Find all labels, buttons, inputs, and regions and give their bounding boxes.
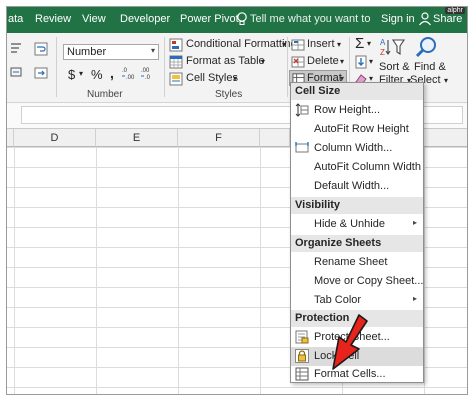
chevron-down-icon: ▾ xyxy=(261,57,266,66)
column-header-partial[interactable] xyxy=(7,129,14,147)
svg-text:A: A xyxy=(380,38,386,47)
chevron-down-icon: ▾ xyxy=(233,74,238,83)
cell-styles-button[interactable]: Cell Styles xyxy=(186,72,238,84)
number-group-label: Number xyxy=(87,89,123,100)
search-icon[interactable] xyxy=(415,35,439,59)
ribbon-separator xyxy=(164,37,165,97)
number-format-dropdown[interactable]: Number ▾ xyxy=(63,44,159,60)
column-header-e[interactable]: E xyxy=(96,129,178,147)
tab-review[interactable]: Review xyxy=(35,13,71,25)
svg-text:.00: .00 xyxy=(126,75,135,81)
menu-item-label: Rename Sheet xyxy=(314,256,388,268)
fill-down-icon[interactable] xyxy=(354,55,368,69)
svg-text:.00: .00 xyxy=(141,68,150,74)
percent-button[interactable]: % xyxy=(91,67,103,82)
wrap-icon[interactable] xyxy=(33,41,49,57)
column-header-h[interactable] xyxy=(424,129,467,147)
currency-button[interactable]: $ xyxy=(68,67,75,82)
chevron-down-icon: ▾ xyxy=(369,57,374,66)
sign-in-link[interactable]: Sign in xyxy=(381,13,415,25)
chevron-down-icon: ▾ xyxy=(367,39,372,48)
ribbon-tab-bar: ata Review View Developer Power Pivot Te… xyxy=(7,7,467,33)
chevron-down-icon: ▾ xyxy=(337,40,342,49)
sort-filter-label-1[interactable]: Sort & xyxy=(379,61,410,73)
menu-header-cell-size: Cell Size xyxy=(291,83,423,100)
tab-view[interactable]: View xyxy=(82,13,106,25)
merge-center-icon[interactable] xyxy=(9,65,23,79)
svg-text:Z: Z xyxy=(380,48,385,57)
chevron-down-icon: ▾ xyxy=(282,40,287,49)
menu-item-hide-unhide[interactable]: Hide & Unhide ▸ xyxy=(291,215,423,234)
row-height-icon xyxy=(295,103,309,117)
menu-header-organize-sheets: Organize Sheets xyxy=(291,235,423,252)
column-header-d[interactable]: D xyxy=(14,129,96,147)
share-button[interactable]: Share xyxy=(433,13,462,25)
cell-styles-icon xyxy=(169,72,183,86)
delete-cells-icon xyxy=(291,56,305,68)
merge-icon[interactable] xyxy=(33,65,49,81)
increase-decimal-icon[interactable]: .0 .00 xyxy=(121,65,137,81)
chevron-down-icon: ▾ xyxy=(444,76,449,85)
menu-item-label: Hide & Unhide xyxy=(314,218,385,230)
menu-item-label: AutoFit Row Height xyxy=(314,123,409,135)
tab-developer[interactable]: Developer xyxy=(120,13,170,25)
format-as-table-button[interactable]: Format as Table xyxy=(186,55,265,67)
conditional-formatting-icon xyxy=(169,38,183,52)
styles-group-label: Styles xyxy=(215,89,243,100)
user-icon xyxy=(419,12,431,26)
decrease-decimal-icon[interactable]: .00 .0 xyxy=(140,65,156,81)
menu-item-column-width[interactable]: Column Width... xyxy=(291,139,423,158)
autosum-icon[interactable]: Σ xyxy=(355,35,364,52)
number-format-value: Number xyxy=(67,46,107,58)
lock-icon xyxy=(295,349,309,363)
menu-item-row-height[interactable]: Row Height... xyxy=(291,101,423,120)
tell-me-search[interactable]: Tell me what you want to do xyxy=(250,13,370,25)
menu-item-label: Row Height... xyxy=(314,104,381,116)
menu-item-rename-sheet[interactable]: Rename Sheet xyxy=(291,253,423,272)
tab-data[interactable]: ata xyxy=(8,13,23,25)
menu-item-label: AutoFit Column Width xyxy=(314,161,421,173)
svg-text:.0: .0 xyxy=(145,75,151,81)
menu-item-label: Column Width... xyxy=(314,142,393,154)
insert-cells-icon xyxy=(291,39,305,51)
menu-item-label: Move or Copy Sheet... xyxy=(314,275,424,287)
menu-item-tab-color[interactable]: Tab Color ▸ xyxy=(291,291,423,310)
tab-power-pivot[interactable]: Power Pivot xyxy=(180,13,239,25)
menu-item-autofit-column-width[interactable]: AutoFit Column Width xyxy=(291,158,423,177)
ribbon-separator xyxy=(56,37,57,97)
menu-header-visibility: Visibility xyxy=(291,197,423,214)
wrap-text-icon[interactable] xyxy=(9,41,23,55)
column-header-g[interactable] xyxy=(260,129,290,147)
find-select-label-1[interactable]: Find & xyxy=(414,61,446,73)
column-header-f[interactable]: F xyxy=(178,129,260,147)
insert-button[interactable]: Insert xyxy=(307,38,335,50)
watermark-logo: alphr xyxy=(445,7,465,14)
menu-item-label: Tab Color xyxy=(314,294,362,306)
menu-item-move-copy-sheet[interactable]: Move or Copy Sheet... xyxy=(291,272,423,291)
conditional-formatting-button[interactable]: Conditional Formatting xyxy=(186,38,297,50)
lightbulb-icon xyxy=(237,12,247,25)
chevron-down-icon: ▾ xyxy=(150,46,155,55)
excel-window: ata Review View Developer Power Pivot Te… xyxy=(6,6,468,395)
chevron-down-icon: ▾ xyxy=(340,57,345,66)
format-table-icon xyxy=(169,55,183,69)
submenu-arrow-icon: ▸ xyxy=(412,294,417,303)
red-pointer-arrow-icon xyxy=(332,314,368,370)
format-cells-icon xyxy=(295,367,309,381)
svg-text:.0: .0 xyxy=(122,68,128,74)
column-width-icon xyxy=(295,142,309,153)
currency-dropdown-icon[interactable]: ▾ xyxy=(79,69,83,78)
protect-sheet-icon xyxy=(295,330,309,344)
comma-style-button[interactable]: , xyxy=(110,65,114,81)
sort-filter-icon[interactable]: A Z xyxy=(379,36,407,60)
menu-item-label: Default Width... xyxy=(314,180,390,192)
delete-button[interactable]: Delete xyxy=(307,55,339,67)
submenu-arrow-icon: ▸ xyxy=(412,218,417,227)
menu-item-autofit-row-height[interactable]: AutoFit Row Height xyxy=(291,120,423,139)
ribbon-separator xyxy=(287,37,288,97)
menu-item-default-width[interactable]: Default Width... xyxy=(291,177,423,196)
